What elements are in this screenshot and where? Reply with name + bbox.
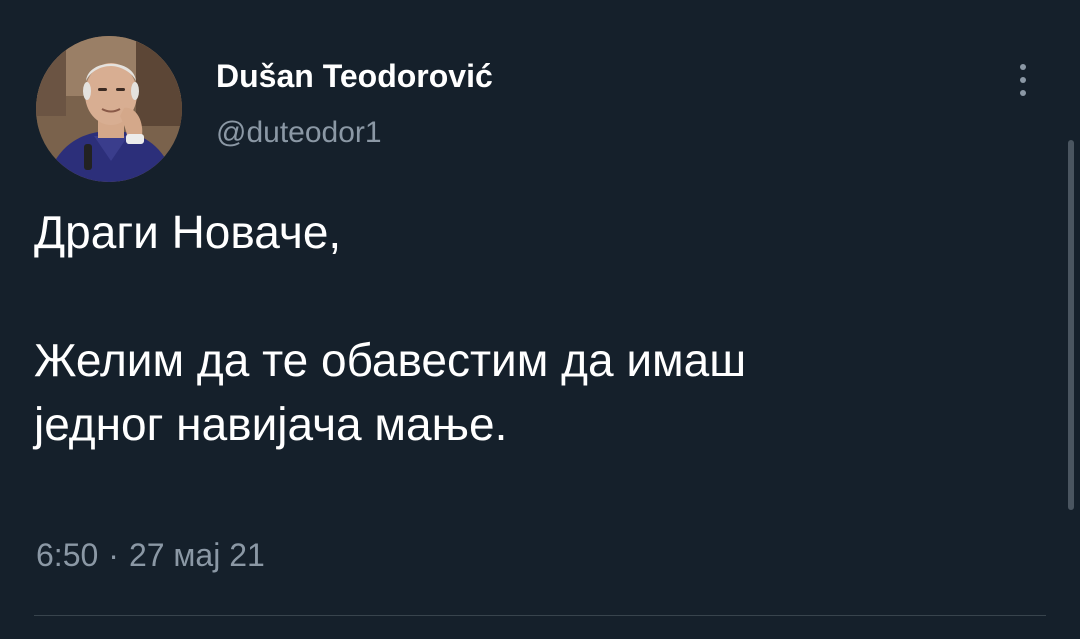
scrollbar[interactable] xyxy=(1068,140,1074,510)
tweet-text-line: Драги Новаче, xyxy=(34,206,342,258)
avatar-photo xyxy=(36,36,182,182)
tweet-timestamp[interactable]: 6:50 · 27 мај 21 xyxy=(36,535,265,575)
display-name[interactable]: Dušan Teodorović xyxy=(216,58,493,94)
tweet-date: 27 мај 21 xyxy=(128,537,265,573)
divider xyxy=(34,615,1046,616)
author-info: Dušan Teodorović @duteodor1 xyxy=(216,58,493,150)
tweet: Dušan Teodorović @duteodor1 Драги Новаче… xyxy=(0,0,1080,639)
tweet-text: Драги Новаче, Желим да те обавестим да и… xyxy=(34,200,1024,456)
user-handle[interactable]: @duteodor1 xyxy=(216,116,493,150)
more-options-button[interactable] xyxy=(1008,58,1038,102)
avatar[interactable] xyxy=(36,36,182,182)
tweet-text-line: Желим да те обавестим да имаш xyxy=(34,334,747,386)
meta-separator: · xyxy=(108,537,119,573)
tweet-text-line: једног навијача мање. xyxy=(34,398,508,450)
tweet-time: 6:50 xyxy=(36,537,99,573)
